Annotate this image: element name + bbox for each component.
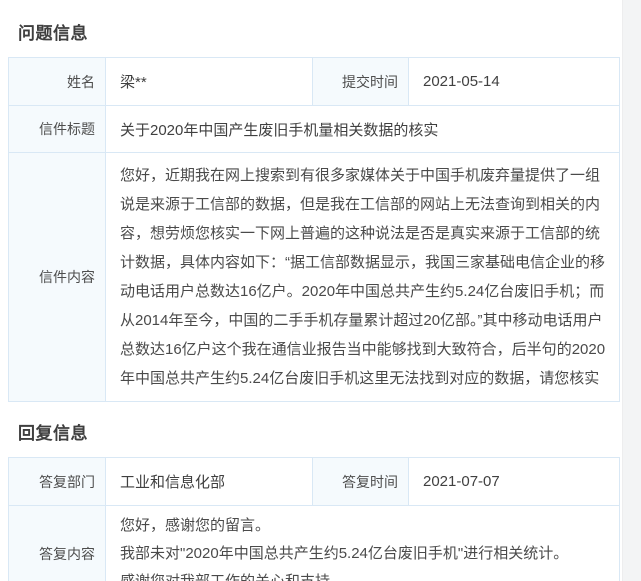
table-row: 姓名 梁** 提交时间 2021-05-14 <box>8 57 620 106</box>
reply-content-label: 答复内容 <box>8 505 106 581</box>
submit-time-label: 提交时间 <box>312 57 409 106</box>
table-row: 答复部门 工业和信息化部 答复时间 2021-07-07 <box>8 457 620 506</box>
name-value: 梁** <box>105 57 313 106</box>
name-label: 姓名 <box>8 57 106 106</box>
reply-content-line: 我部未对"2020年中国总共产生约5.24亿台废旧手机"进行相关统计。 <box>120 545 569 562</box>
reply-section-title: 回复信息 <box>18 424 88 443</box>
table-row: 信件标题 关于2020年中国产生废旧手机量相关数据的核实 <box>8 105 620 153</box>
reply-time-label: 答复时间 <box>312 457 409 506</box>
letter-subject-value: 关于2020年中国产生废旧手机量相关数据的核实 <box>105 105 620 153</box>
letter-detail-page: 问题信息 姓名 梁** 提交时间 2021-05-14 信件标题 关于2020年… <box>0 0 641 581</box>
letter-content-value: 您好，近期我在网上搜索到有很多家媒体关于中国手机废弃量提供了一组说是来源于工信部… <box>105 152 620 402</box>
table-row: 信件内容 您好，近期我在网上搜索到有很多家媒体关于中国手机废弃量提供了一组说是来… <box>8 152 620 402</box>
page-background-strip <box>622 0 641 581</box>
letter-content-label: 信件内容 <box>8 152 106 402</box>
reply-content-line: 您好，感谢您的留言。 <box>120 517 271 534</box>
submit-time-value: 2021-05-14 <box>408 57 620 106</box>
reply-dept-value: 工业和信息化部 <box>105 457 313 506</box>
reply-content-value: 您好，感谢您的留言。 我部未对"2020年中国总共产生约5.24亿台废旧手机"进… <box>105 505 620 581</box>
question-section-title: 问题信息 <box>18 24 88 43</box>
table-row: 答复内容 您好，感谢您的留言。 我部未对"2020年中国总共产生约5.24亿台废… <box>8 505 620 581</box>
question-info-table: 姓名 梁** 提交时间 2021-05-14 信件标题 关于2020年中国产生废… <box>8 57 620 402</box>
reply-dept-label: 答复部门 <box>8 457 106 506</box>
reply-info-table: 答复部门 工业和信息化部 答复时间 2021-07-07 答复内容 您好，感谢您… <box>8 457 620 581</box>
letter-subject-label: 信件标题 <box>8 105 106 153</box>
reply-content-line: 感谢您对我部工作的关心和支持。 <box>120 568 607 581</box>
reply-time-value: 2021-07-07 <box>408 457 620 506</box>
